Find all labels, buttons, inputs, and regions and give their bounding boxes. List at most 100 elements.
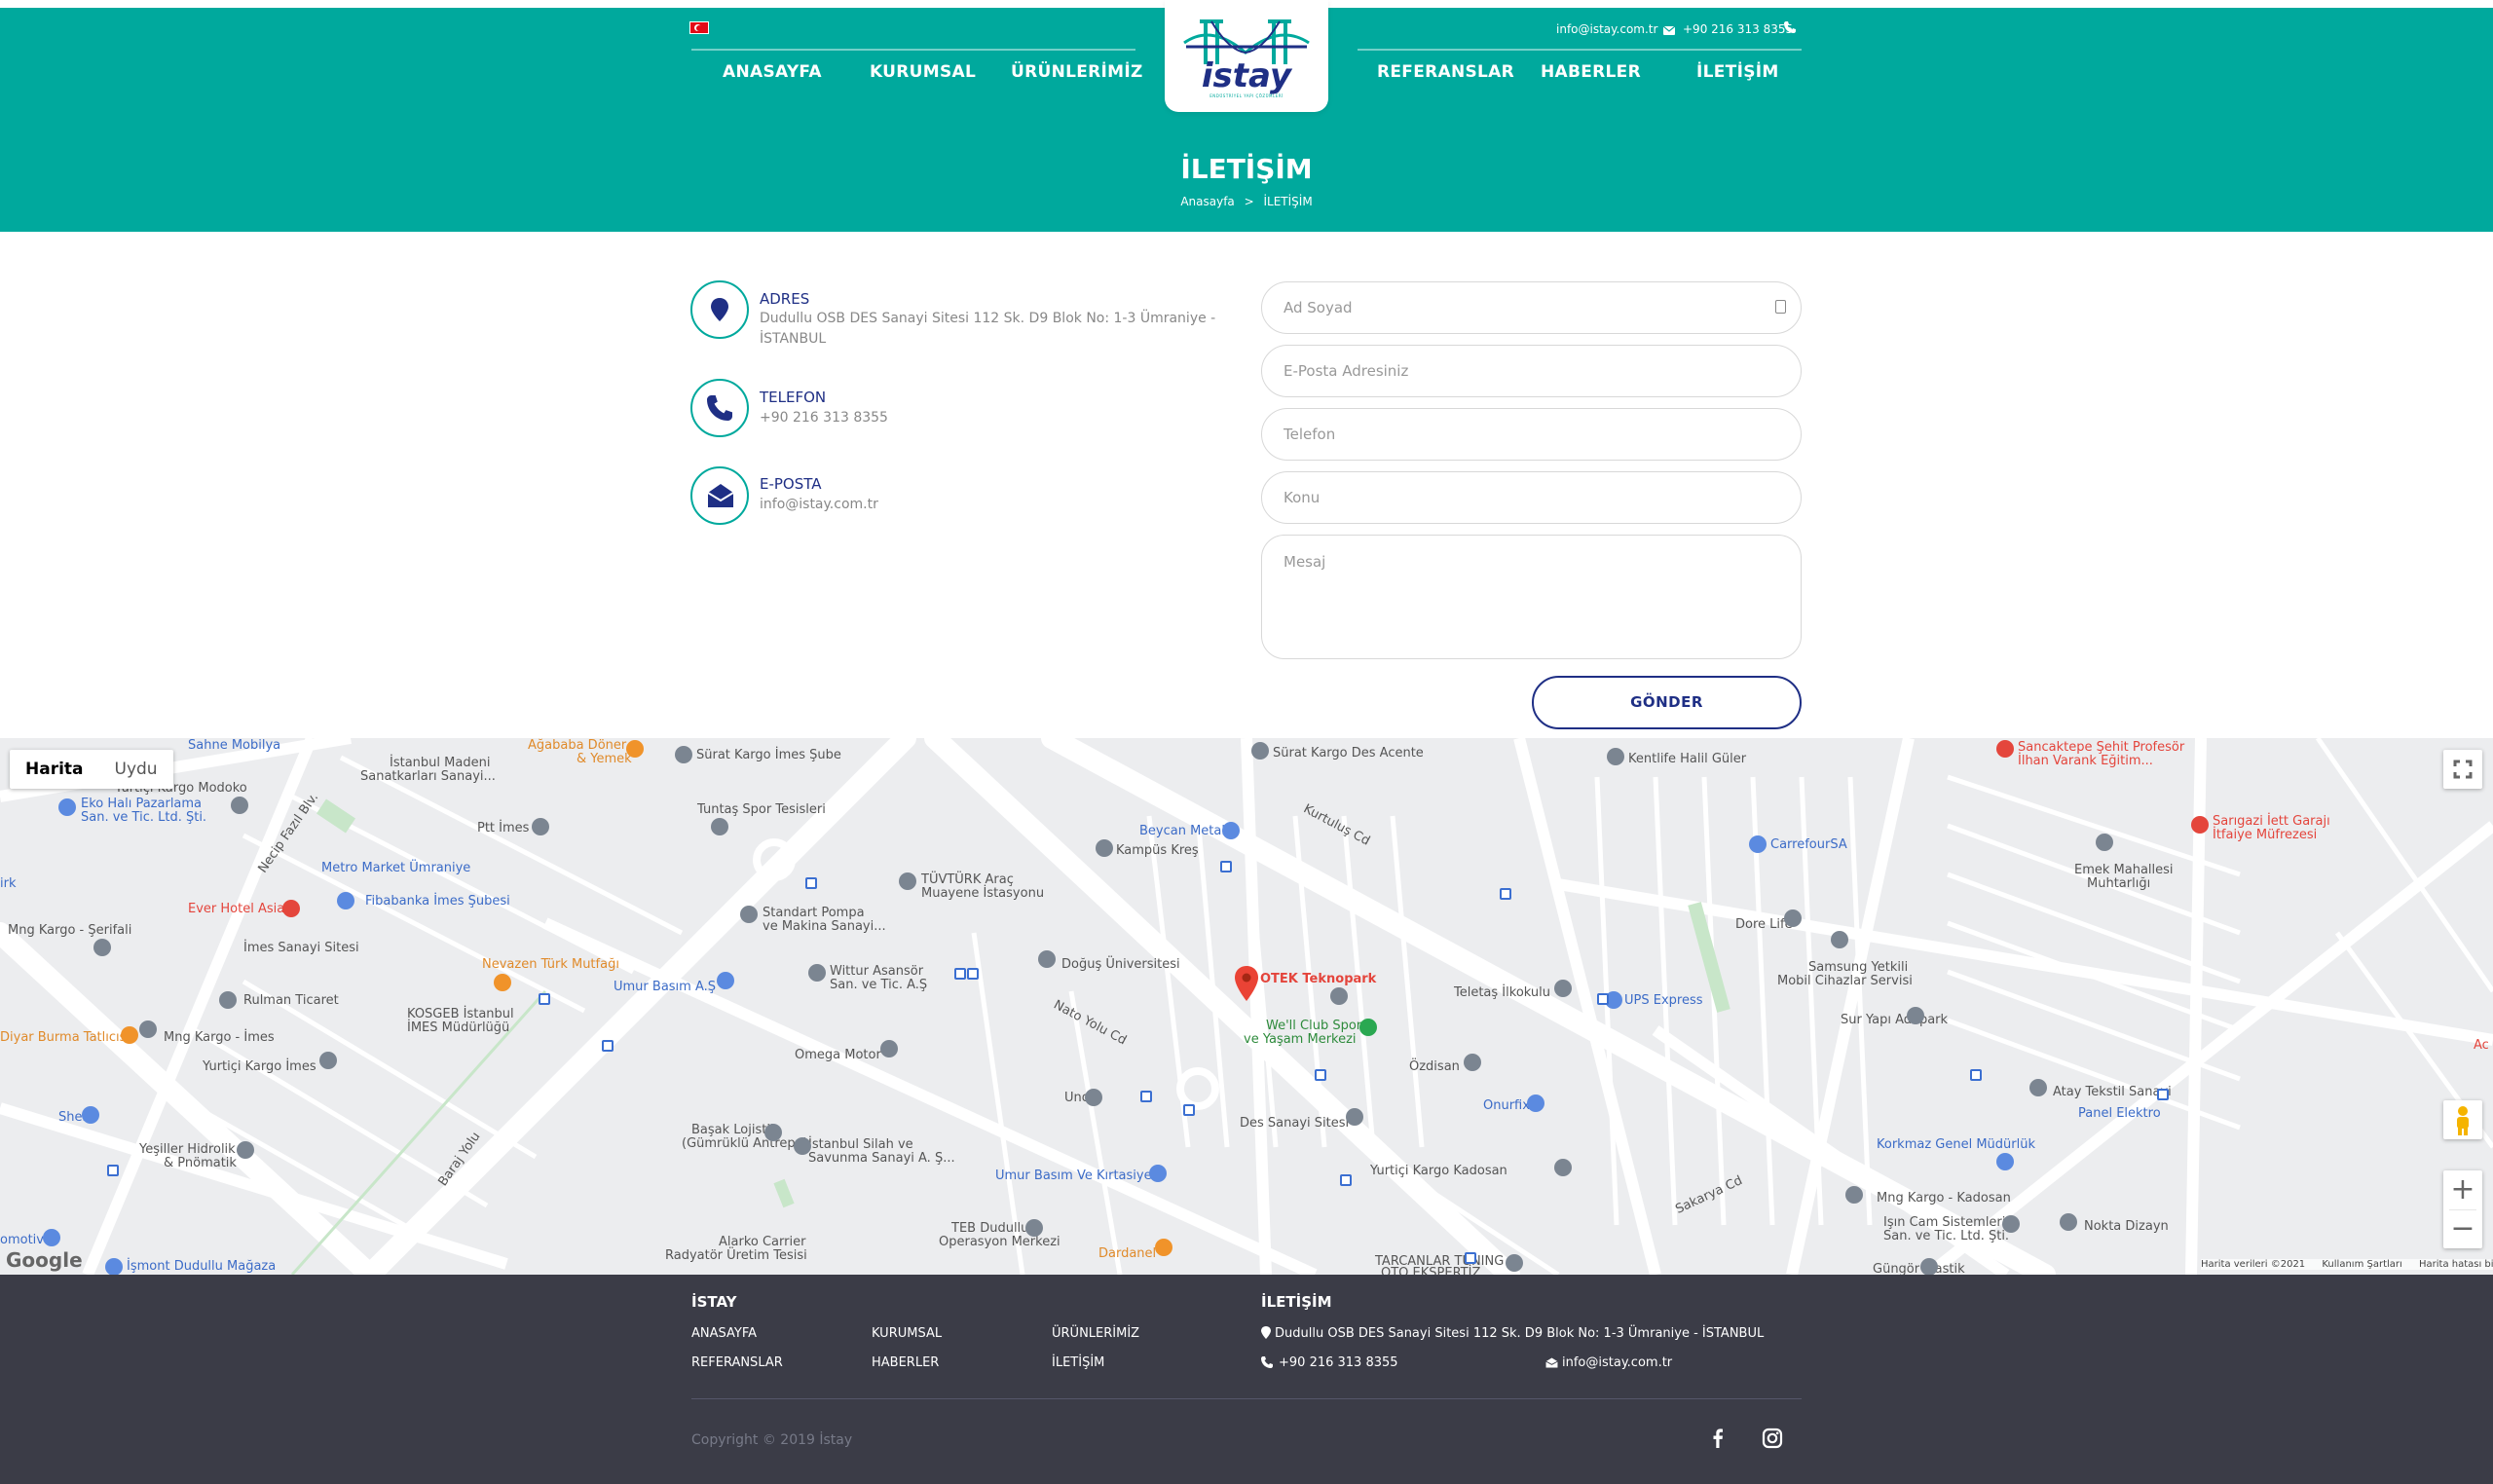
map-label[interactable]: Standart Pompa xyxy=(763,906,865,920)
shop-pin-icon[interactable] xyxy=(105,1258,123,1275)
location-marker-icon[interactable] xyxy=(1235,966,1258,1001)
map-label[interactable]: Muhtarlığı xyxy=(2087,876,2150,891)
place-pin-icon[interactable] xyxy=(711,818,728,835)
place-pin-icon[interactable] xyxy=(794,1137,811,1155)
shop-pin-icon[interactable] xyxy=(1749,835,1767,853)
place-pin-icon[interactable] xyxy=(808,964,826,982)
header-phone[interactable]: +90 216 313 8355 xyxy=(1683,22,1793,36)
map-label[interactable]: Savunma Sanayi A. Ş... xyxy=(808,1151,955,1166)
shop-pin-icon[interactable] xyxy=(58,798,76,816)
bus-stop-icon[interactable] xyxy=(2157,1089,2169,1100)
place-pin-icon[interactable] xyxy=(740,906,758,923)
footer-phone[interactable]: +90 216 313 8355 xyxy=(1279,1355,1398,1370)
map-label[interactable]: Sürat Kargo Des Acente xyxy=(1273,746,1424,761)
place-pin-icon[interactable] xyxy=(1251,742,1269,760)
map-label[interactable]: Doğuş Üniversitesi xyxy=(1061,957,1180,972)
gym-pin-icon[interactable] xyxy=(1359,1019,1377,1036)
map-label[interactable]: İşmont Dudullu Mağaza xyxy=(127,1259,276,1274)
map-label[interactable]: Kentlife Halil Güler xyxy=(1628,752,1746,766)
map-label[interactable]: Panel Elektro xyxy=(2078,1106,2161,1121)
place-pin-icon[interactable] xyxy=(2060,1213,2077,1231)
place-pin-icon[interactable] xyxy=(1845,1186,1863,1204)
bus-stop-icon[interactable] xyxy=(1315,1069,1326,1081)
map-label[interactable]: & Pnömatik xyxy=(164,1156,237,1170)
map-label[interactable]: (Gümrüklü Antrepo) xyxy=(682,1136,808,1151)
map-label[interactable]: Muayene İstasyonu xyxy=(921,886,1044,901)
map-label[interactable]: CarrefourSA xyxy=(1770,837,1847,852)
header-email[interactable]: info@istay.com.tr xyxy=(1556,22,1657,36)
place-pin-icon[interactable] xyxy=(1025,1219,1043,1237)
nav-iletisim[interactable]: İLETİŞİM xyxy=(1696,62,1779,82)
bus-stop-icon[interactable] xyxy=(602,1040,614,1052)
map-label[interactable]: Mng Kargo - İmes xyxy=(164,1030,275,1045)
shop-pin-icon[interactable] xyxy=(43,1229,60,1246)
terms-link[interactable]: Kullanım Şartları xyxy=(2322,1259,2401,1270)
instagram-icon[interactable] xyxy=(1761,1427,1784,1450)
map-label[interactable]: Operasyon Merkezi xyxy=(939,1235,1060,1249)
map-type-map[interactable]: Harita xyxy=(10,750,99,789)
facebook-icon[interactable] xyxy=(1706,1427,1730,1450)
map-label[interactable]: Omega Motor xyxy=(795,1048,881,1062)
map-label[interactable]: Emek Mahallesi xyxy=(2074,863,2174,877)
footer-email[interactable]: info@istay.com.tr xyxy=(1562,1355,1672,1370)
map-label[interactable]: Sur Yapı Adapark xyxy=(1841,1013,1948,1027)
map-label[interactable]: Ptt İmes xyxy=(477,821,529,835)
map-label[interactable]: Des Sanayi Sitesi xyxy=(1240,1116,1349,1131)
map-label[interactable]: İtfaiye Müfrezesi xyxy=(2213,828,2317,842)
map-label[interactable]: Yurtiçi Kargo Kadosan xyxy=(1370,1164,1507,1178)
footer-link-iletisim[interactable]: İLETİŞİM xyxy=(1052,1355,1104,1370)
bus-stop-icon[interactable] xyxy=(1340,1174,1352,1186)
marker-label[interactable]: OTEK Teknopark xyxy=(1260,972,1376,986)
breadcrumb-home[interactable]: Anasayfa xyxy=(1180,195,1234,208)
map-label[interactable]: Umur Basım A.Ş xyxy=(614,980,716,994)
hotel-pin-icon[interactable] xyxy=(282,900,300,917)
place-pin-icon[interactable] xyxy=(219,991,237,1009)
map-label[interactable]: Sarıgazi İett Garajı xyxy=(2213,814,2330,829)
zoom-in-button[interactable]: + xyxy=(2443,1170,2482,1209)
email-value[interactable]: info@istay.com.tr xyxy=(760,495,878,515)
footer-link-urunlerimiz[interactable]: ÜRÜNLERİMİZ xyxy=(1052,1326,1139,1341)
bank-pin-icon[interactable] xyxy=(337,892,354,909)
place-pin-icon[interactable] xyxy=(1607,748,1624,765)
bus-stop-icon[interactable] xyxy=(1597,993,1609,1005)
map-label[interactable]: Tuntaş Spor Tesisleri xyxy=(697,802,826,817)
map-label[interactable]: Özdisan xyxy=(1409,1059,1460,1074)
report-error-link[interactable]: Harita hatası bildirin xyxy=(2419,1259,2493,1270)
map-label[interactable]: Umur Basım Ve Kırtasiye xyxy=(995,1169,1152,1183)
nav-urunlerimiz[interactable]: ÜRÜNLERİMİZ xyxy=(1011,62,1143,82)
shop-pin-icon[interactable] xyxy=(1149,1165,1167,1182)
bus-stop-icon[interactable] xyxy=(1465,1252,1476,1264)
bus-stop-icon[interactable] xyxy=(805,877,817,889)
google-map[interactable]: Sahne Mobilya İstanbul Madeni Sanatkarla… xyxy=(0,738,2493,1275)
place-pin-icon[interactable] xyxy=(532,818,549,835)
map-label[interactable]: Teletaş İlkokulu xyxy=(1454,985,1550,1000)
phone-value[interactable]: +90 216 313 8355 xyxy=(760,408,888,428)
place-pin-icon[interactable] xyxy=(2096,834,2113,851)
map-label[interactable]: Mobil Cihazlar Servisi xyxy=(1777,974,1913,988)
place-pin-icon[interactable] xyxy=(675,746,692,763)
bus-stop-icon[interactable] xyxy=(954,968,966,980)
zoom-out-button[interactable]: − xyxy=(2443,1209,2482,1248)
map-label[interactable]: Atay Tekstil Sanayi xyxy=(2053,1085,2172,1099)
bus-stop-icon[interactable] xyxy=(1220,861,1232,872)
map-label[interactable]: Nokta Dizayn xyxy=(2084,1219,2169,1234)
map-label[interactable]: Onurfix xyxy=(1483,1098,1530,1113)
bus-stop-icon[interactable] xyxy=(1140,1091,1152,1102)
map-label[interactable]: Işın Cam Sistemleri xyxy=(1883,1215,2005,1230)
map-label[interactable]: OTO EKSPERTİZ xyxy=(1381,1266,1480,1275)
map-label[interactable]: TEB Dudullu xyxy=(951,1221,1028,1236)
map-label[interactable]: Mng Kargo - Kadosan xyxy=(1877,1191,2011,1206)
map-label[interactable]: San. ve Tic. Ltd. Şti. xyxy=(1883,1229,2009,1243)
place-pin-icon[interactable] xyxy=(880,1040,898,1057)
fullscreen-button[interactable] xyxy=(2443,750,2482,789)
fire-station-pin-icon[interactable] xyxy=(2191,816,2209,834)
map-label[interactable]: & Yemek xyxy=(577,752,632,766)
bus-stop-icon[interactable] xyxy=(107,1165,119,1176)
place-pin-icon[interactable] xyxy=(2029,1079,2047,1096)
place-pin-icon[interactable] xyxy=(2002,1215,2020,1233)
map-label[interactable]: ve Makina Sanayi... xyxy=(763,919,886,934)
nav-kurumsal[interactable]: KURUMSAL xyxy=(870,62,976,82)
place-pin-icon[interactable] xyxy=(1506,1254,1523,1272)
map-label[interactable]: İMES Müdürlüğü xyxy=(407,1020,509,1035)
map-label[interactable]: İstanbul Madeni xyxy=(390,756,490,770)
